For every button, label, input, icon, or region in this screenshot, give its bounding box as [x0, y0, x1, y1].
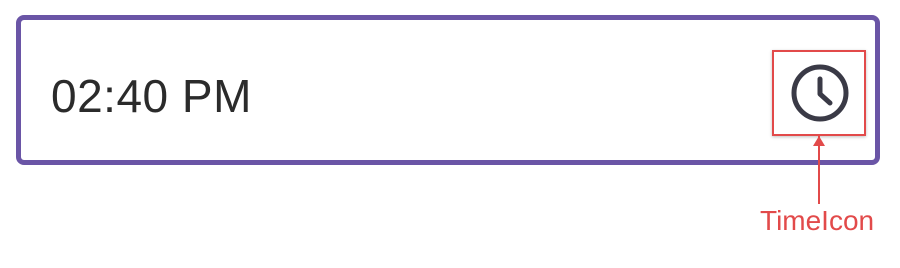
- clock-icon: [791, 64, 849, 122]
- time-value: 02:40 PM: [51, 70, 252, 122]
- stage: 02:40 PM TimeIcon: [0, 0, 900, 268]
- annotation-label: TimeIcon: [760, 205, 875, 236]
- annotation-connector-line: [818, 136, 820, 204]
- time-icon-button[interactable]: [776, 52, 864, 134]
- time-picker-field[interactable]: 02:40 PM: [16, 15, 880, 165]
